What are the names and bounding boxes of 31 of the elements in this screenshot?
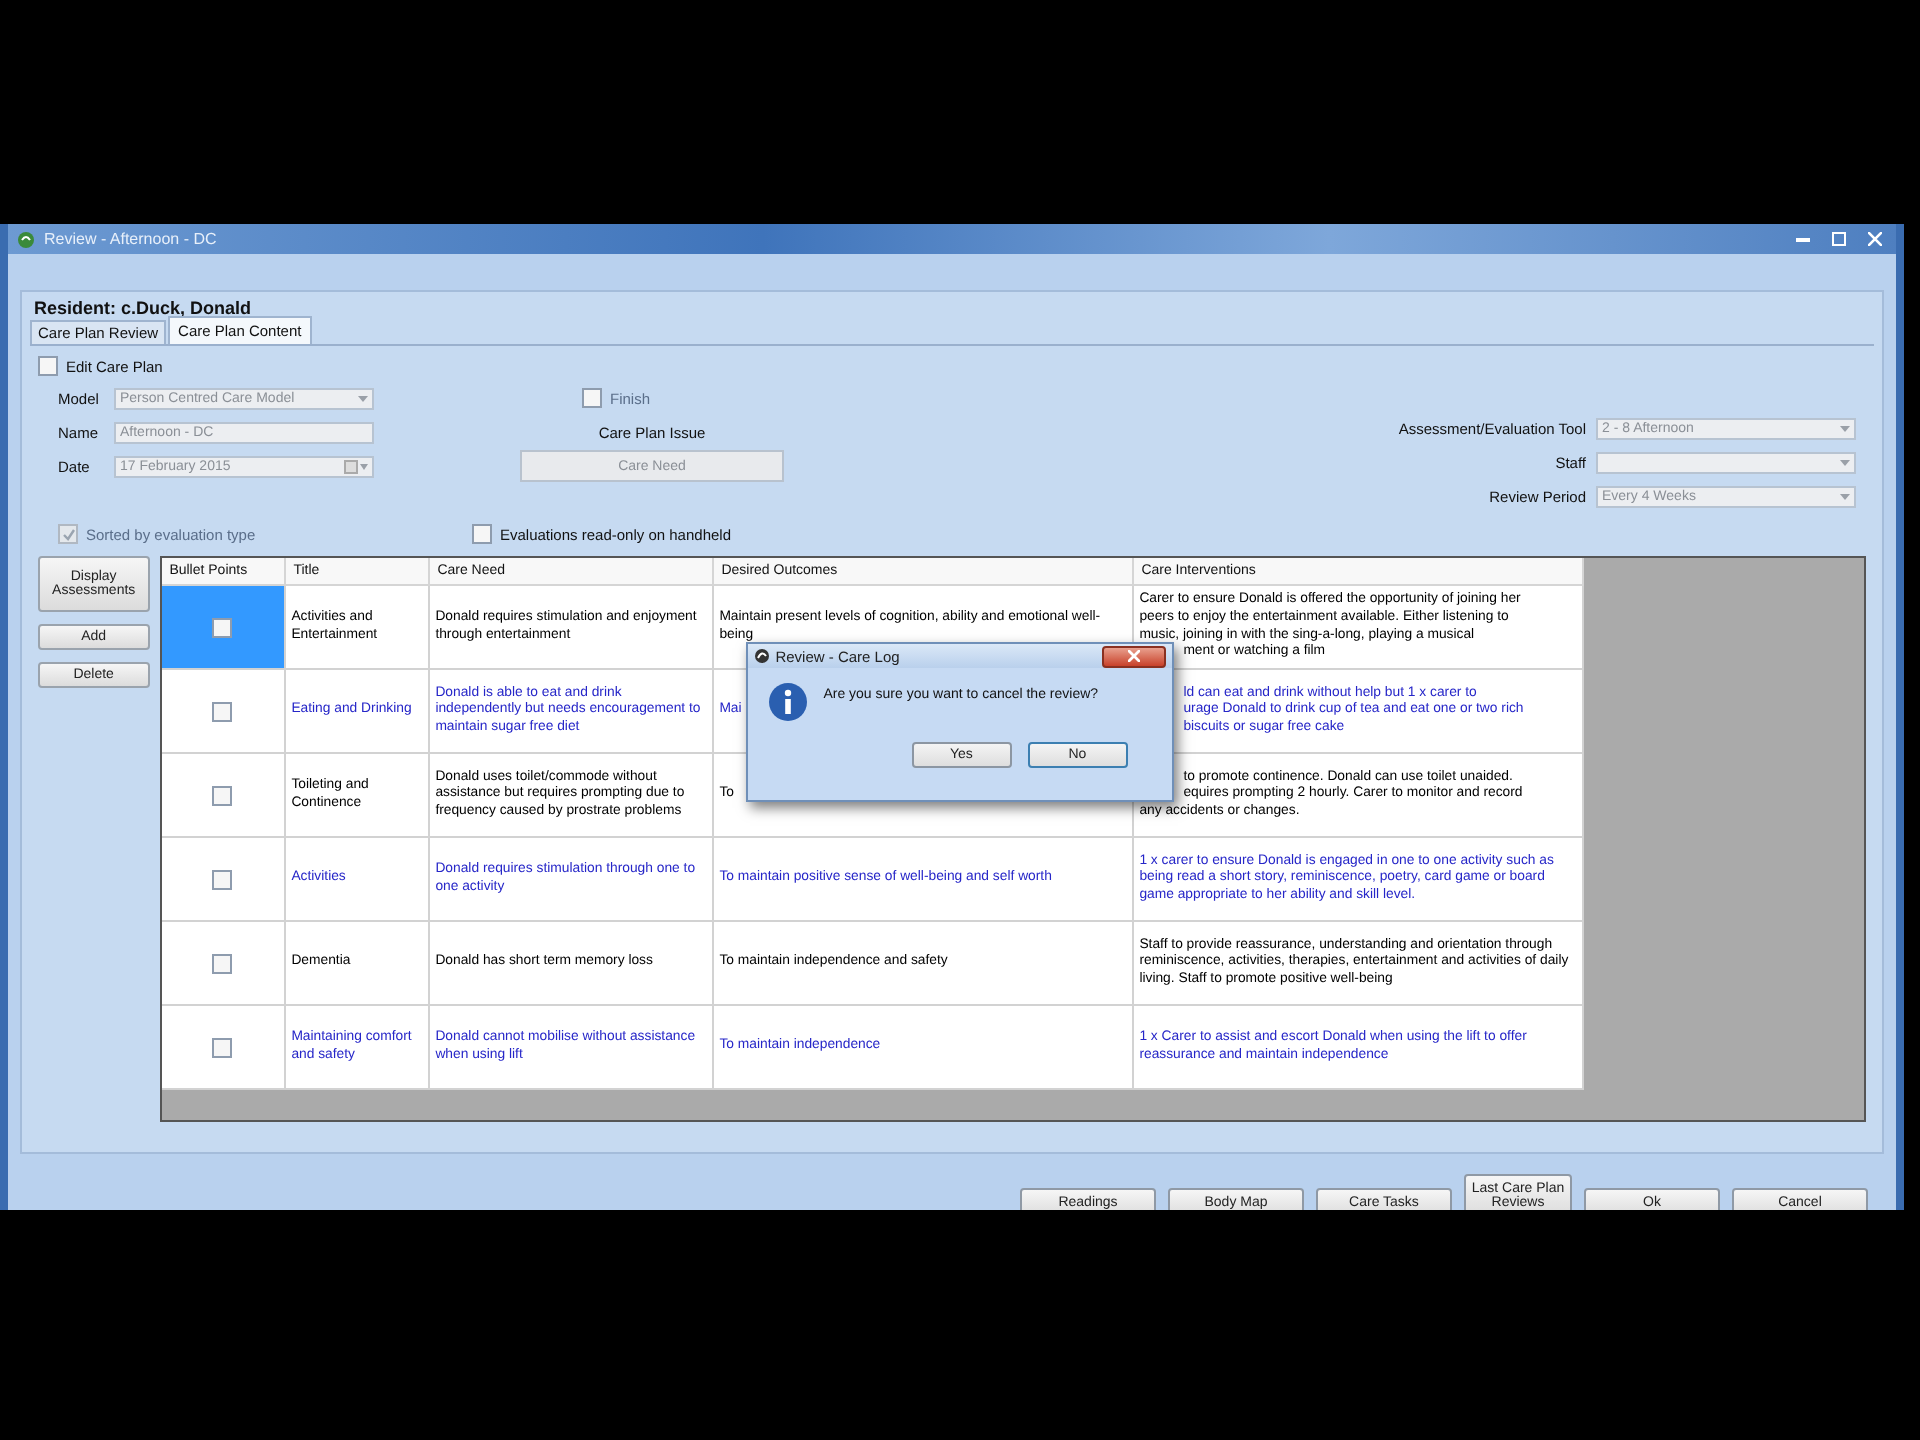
table-cell[interactable] (161, 586, 286, 670)
close-icon (1127, 650, 1140, 662)
checkbox[interactable] (38, 356, 58, 376)
close-icon (1867, 232, 1881, 246)
caret-icon (1840, 426, 1850, 432)
checkbox[interactable] (212, 1037, 233, 1057)
info-icon (767, 682, 808, 722)
dropdown-field[interactable] (1596, 452, 1856, 474)
close-button[interactable] (1101, 645, 1166, 667)
checkbox[interactable] (212, 617, 233, 637)
table-cell[interactable] (161, 922, 286, 1006)
maximize-icon (1831, 232, 1845, 246)
checkbox[interactable] (212, 701, 233, 721)
table-cell[interactable] (161, 1006, 286, 1090)
calendar-icon (344, 460, 368, 474)
checkbox[interactable] (212, 869, 233, 889)
checkbox[interactable] (581, 388, 602, 408)
caret-icon (1840, 460, 1850, 466)
window-title: Review - Afternoon - DC (44, 230, 219, 248)
app-icon (753, 648, 770, 664)
app-icon (16, 229, 36, 249)
caret-icon (1840, 494, 1850, 500)
caret-icon (358, 396, 368, 402)
checkbox[interactable] (212, 785, 233, 805)
table-cell[interactable] (161, 670, 286, 754)
checkbox[interactable] (472, 524, 492, 544)
checkbox[interactable] (212, 953, 233, 973)
table-cell[interactable] (161, 838, 286, 922)
resident-name: Resident: c.Duck, Donald (34, 298, 254, 318)
minimize-icon (1795, 236, 1809, 242)
table-cell[interactable] (161, 754, 286, 838)
